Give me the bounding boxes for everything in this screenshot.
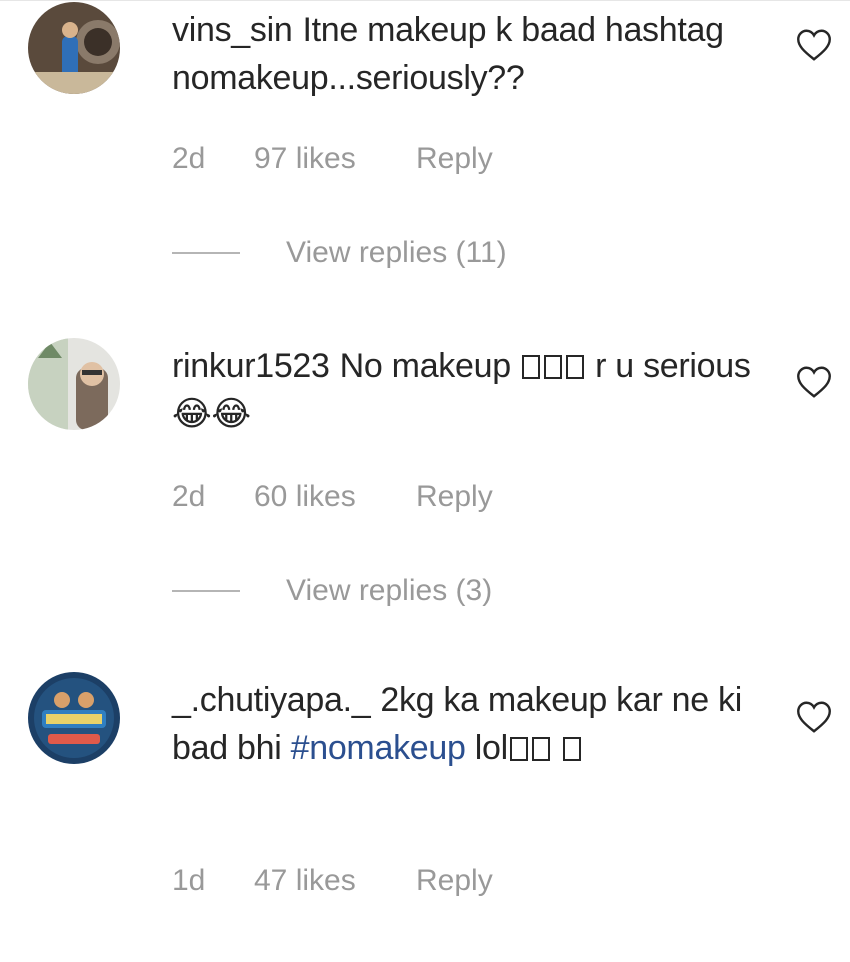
view-replies-button[interactable]: View replies (3) [172,574,492,608]
avatar[interactable] [28,2,120,94]
comment-username[interactable]: _.chutiyapa._ [172,681,371,719]
comment-text: _.chutiyapa._ 2kg ka makeup kar ne ki bad… [172,676,752,772]
comment-body-end: r u serious [595,347,751,385]
comment-time[interactable]: 1d [172,864,254,898]
view-replies-label: View replies (11) [286,236,507,269]
comment-text: rinkur1523 No makeup r u serious 😂😂 [172,342,752,438]
comment-likes[interactable]: 97 likes [254,142,416,176]
replies-divider-line [172,590,240,592]
comment-likes[interactable]: 47 likes [254,864,416,898]
comment-time[interactable]: 2d [172,142,254,176]
replies-divider-line [172,252,240,254]
missing-glyph-icon [531,737,550,761]
reply-button[interactable]: Reply [416,142,493,176]
avatar-image [28,672,120,764]
comment-text: vins_sin Itne makeup k baad hashtag nomak… [172,6,752,102]
comment-meta: 2d 60 likes Reply [172,480,493,514]
comment-meta: 2d 97 likes Reply [172,142,493,176]
avatar-image [28,338,120,430]
view-replies-label: View replies (3) [286,574,493,607]
like-heart-icon[interactable] [796,28,832,62]
missing-glyph-icon [543,355,562,379]
comment-username[interactable]: vins_sin [172,11,293,49]
avatar[interactable] [28,672,120,764]
reply-button[interactable]: Reply [416,864,493,898]
hashtag-link[interactable]: #nomakeup [291,729,466,767]
missing-glyph-icon [509,737,528,761]
like-heart-icon[interactable] [796,365,832,399]
missing-glyph-icon [565,355,584,379]
comment-username[interactable]: rinkur1523 [172,347,330,385]
avatar[interactable] [28,338,120,430]
comment-meta: 1d 47 likes Reply [172,864,493,898]
comment-body-end: lol [474,729,508,767]
reply-button[interactable]: Reply [416,480,493,514]
like-heart-icon[interactable] [796,700,832,734]
comment-likes[interactable]: 60 likes [254,480,416,514]
missing-glyph-icon [521,355,540,379]
missing-glyph-icon [563,737,582,761]
avatar-image [28,2,120,94]
comment-body-start: No makeup [339,347,511,385]
emoji-text: 😂😂 [172,395,251,433]
view-replies-button[interactable]: View replies (11) [172,236,507,270]
comment-time[interactable]: 2d [172,480,254,514]
